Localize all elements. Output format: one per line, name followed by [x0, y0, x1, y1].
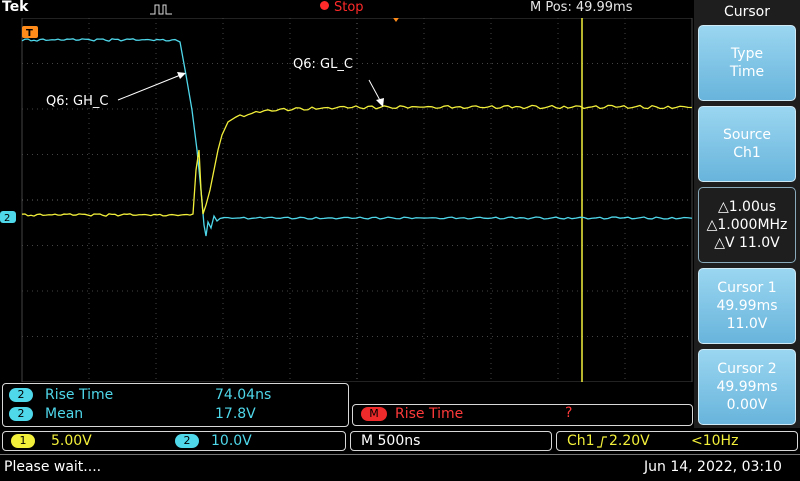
run-stop-label: Stop: [334, 0, 364, 15]
channel-badge: 2: [9, 388, 33, 402]
run-stop-status: Stop: [320, 0, 364, 15]
mpos-value: 49.99ms: [575, 0, 633, 15]
delta-voltage: △V 11.0V: [714, 235, 780, 251]
top-status-bar: Tek Stop M Pos: 49.99ms: [0, 0, 693, 18]
menu-btn-line: 11.0V: [726, 316, 768, 332]
ch1-badge: 1: [11, 434, 35, 448]
trigger-frequency: <10Hz: [691, 433, 739, 449]
measurement-row: 2 Mean 17.8V: [9, 406, 339, 424]
measurement-name: Mean: [45, 406, 84, 422]
ch2-ground-label: 2: [4, 213, 10, 224]
measurement-value: 17.8V: [215, 406, 256, 422]
timebase-bar[interactable]: M 500ns: [350, 431, 552, 451]
menu-btn-line: Cursor 2: [717, 361, 777, 377]
measurement-panel: 2 Rise Time 74.04ns 2 Mean 17.8V: [2, 383, 349, 427]
ch2-badge: 2: [175, 434, 199, 448]
cursor-delta-readout: △1.00us △1.000MHz △V 11.0V: [698, 187, 796, 263]
cursor-2-button[interactable]: Cursor 2 49.99ms 0.00V: [698, 349, 796, 425]
trigger-level: 2.20V: [609, 433, 650, 449]
mpos-label: M Pos:: [530, 0, 572, 15]
rising-edge-icon: [597, 436, 607, 448]
trigger-t-label: T: [26, 28, 33, 39]
timebase-value: M 500ns: [361, 433, 421, 449]
cursor-side-menu: Cursor Type Time Source Ch1 △1.00us △1.0…: [694, 0, 800, 428]
menu-btn-line: 49.99ms: [716, 298, 778, 314]
math-badge: M: [361, 407, 387, 421]
stop-indicator-icon: [320, 1, 329, 10]
status-message: Please wait....: [4, 459, 102, 475]
measurement-value: 74.04ns: [215, 387, 272, 403]
ch2-scale: 10.0V: [211, 433, 252, 449]
menu-btn-line: Time: [729, 64, 765, 80]
channel-scale-bar[interactable]: 1 5.00V 2 10.0V: [2, 431, 346, 451]
menu-btn-line: 0.00V: [726, 397, 768, 413]
ch1-scale: 5.00V: [51, 433, 92, 449]
math-measurement-value: ?: [565, 405, 573, 421]
annotation-q6-gl: Q6: GL_C: [293, 57, 353, 72]
measurement-row: 2 Rise Time 74.04ns: [9, 387, 339, 405]
brand-label: Tek: [2, 0, 29, 15]
date-time: Jun 14, 2022, 03:10: [644, 459, 782, 475]
cursor-type-button[interactable]: Type Time: [698, 25, 796, 101]
side-menu-title: Cursor: [723, 4, 771, 20]
trigger-bar[interactable]: Ch1 2.20V <10Hz: [556, 431, 798, 451]
message-bar: Please wait.... Jun 14, 2022, 03:10: [0, 454, 800, 481]
menu-btn-line: Source: [722, 127, 772, 143]
menu-btn-line: Type: [730, 46, 764, 62]
cursor-source-button[interactable]: Source Ch1: [698, 106, 796, 182]
acquisition-mode-icon: [150, 4, 172, 15]
cursor-1-button[interactable]: Cursor 1 49.99ms 11.0V: [698, 268, 796, 344]
menu-btn-line: Ch1: [733, 145, 761, 161]
measurement-name: Rise Time: [45, 387, 114, 403]
trigger-source: Ch1: [567, 433, 595, 449]
menu-btn-line: Cursor 1: [717, 280, 777, 296]
annotation-q6-gh: Q6: GH_C: [46, 94, 109, 109]
delta-time: △1.00us: [717, 199, 777, 215]
horizontal-position: M Pos: 49.99ms: [530, 0, 633, 15]
channel-badge: 2: [9, 407, 33, 421]
menu-btn-line: 49.99ms: [716, 379, 778, 395]
math-measurement-panel: M Rise Time ?: [352, 404, 693, 426]
delta-frequency: △1.000MHz: [706, 217, 788, 233]
math-measurement-name: Rise Time: [395, 406, 464, 422]
